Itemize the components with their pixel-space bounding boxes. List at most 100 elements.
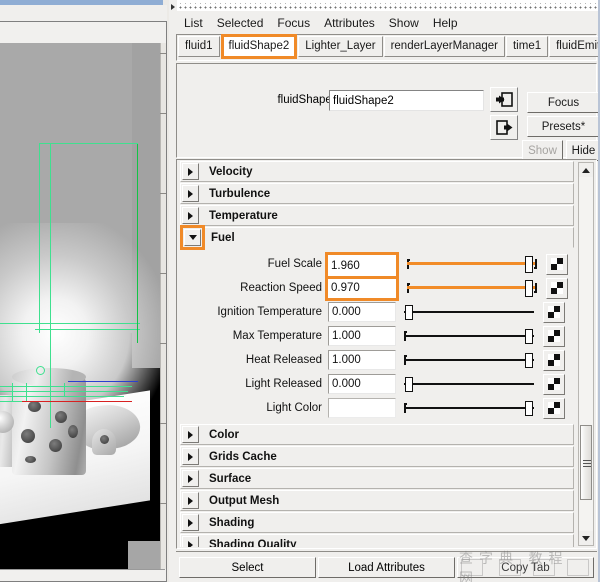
menu-focus[interactable]: Focus (270, 14, 317, 32)
section-header-color[interactable]: Color (180, 424, 574, 445)
section-header-output-mesh[interactable]: Output Mesh (180, 490, 574, 511)
section-title: Output Mesh (209, 494, 280, 507)
section-header-temperature[interactable]: Temperature (180, 205, 574, 226)
section-title: Turbulence (209, 187, 271, 200)
load-attributes-button[interactable]: Load Attributes (318, 557, 455, 578)
model-hole (28, 401, 41, 412)
tab-fluidemitter1[interactable]: fluidEmitter1 (549, 36, 600, 57)
chevron-right-icon[interactable] (182, 426, 199, 443)
slider-handle[interactable] (525, 329, 533, 344)
tab-fluidshape2[interactable]: fluidShape2 (220, 34, 298, 59)
fuel-scale-slider[interactable] (407, 254, 537, 274)
attr-label: Max Temperature (232, 330, 322, 342)
slider-handle[interactable] (525, 353, 533, 368)
slider-handle[interactable] (525, 256, 533, 273)
viewport-right-rail[interactable] (160, 43, 166, 569)
menu-show[interactable]: Show (382, 14, 426, 32)
slider-handle[interactable] (405, 305, 413, 320)
section-title: Shading Quality (209, 538, 297, 548)
section-title: Temperature (209, 209, 278, 222)
axis-handle-z[interactable] (68, 381, 138, 382)
chevron-right-icon[interactable] (182, 470, 199, 487)
chevron-right-icon[interactable] (182, 163, 199, 180)
chevron-right-icon[interactable] (182, 492, 199, 509)
section-header-velocity[interactable]: Velocity (180, 161, 574, 182)
scrollbar-thumb[interactable] (580, 425, 592, 500)
fluidshape-name-input[interactable] (329, 90, 484, 111)
chevron-right-icon[interactable] (182, 207, 199, 224)
light-color-slider[interactable] (404, 398, 534, 418)
attribute-editor-panel: List Selected Focus Attributes Show Help… (173, 11, 600, 582)
light-released-input[interactable] (328, 374, 396, 394)
presets-button[interactable]: Presets* (527, 116, 600, 137)
slider-handle[interactable] (525, 401, 533, 416)
section-header-fuel[interactable]: Fuel (180, 225, 574, 250)
checker-map-icon[interactable] (543, 325, 565, 347)
attr-row-heat-released: Heat Released (178, 348, 576, 372)
attr-row-light-released: Light Released (178, 372, 576, 396)
menu-list[interactable]: List (177, 14, 210, 32)
tab-renderlayermanager[interactable]: renderLayerManager (383, 36, 505, 57)
max-temperature-slider[interactable] (404, 326, 534, 346)
chevron-right-icon[interactable] (182, 514, 199, 531)
section-header-surface[interactable]: Surface (180, 468, 574, 489)
attribute-editor-menubar: List Selected Focus Attributes Show Help (177, 13, 465, 33)
section-header-turbulence[interactable]: Turbulence (180, 183, 574, 204)
slider-handle[interactable] (525, 280, 533, 297)
attr-row-reaction-speed: Reaction Speed (178, 275, 576, 301)
manipulator-pivot-icon[interactable] (36, 366, 45, 375)
ignition-temperature-slider[interactable] (404, 302, 534, 322)
attr-row-fuel-scale: Fuel Scale (178, 252, 576, 276)
chevron-right-icon[interactable] (182, 448, 199, 465)
tab-lighter-layer[interactable]: Lighter_Layer (298, 36, 383, 57)
light-released-slider[interactable] (404, 374, 534, 394)
triangle-down-icon[interactable] (579, 531, 593, 545)
checker-map-icon[interactable] (546, 277, 568, 299)
section-header-shading[interactable]: Shading (180, 512, 574, 533)
axis-handle-x[interactable] (22, 401, 132, 402)
section-header-grids-cache[interactable]: Grids Cache (180, 446, 574, 467)
splitter-dots-handle[interactable] (178, 3, 598, 11)
heat-released-slider[interactable] (404, 350, 534, 370)
checker-map-icon[interactable] (543, 349, 565, 371)
ignition-temperature-input[interactable] (328, 302, 396, 322)
slider-handle[interactable] (405, 377, 413, 392)
checker-map-icon[interactable] (543, 373, 565, 395)
copy-tab-button[interactable]: Copy Tab (457, 557, 594, 578)
node-header-area: fluidShape: Focus Presets* Show Hide (176, 63, 600, 161)
section-header-shading-quality[interactable]: Shading Quality (180, 534, 574, 547)
tab-fluid1[interactable]: fluid1 (178, 36, 220, 57)
attr-label: Heat Released (245, 354, 322, 366)
reaction-speed-input[interactable] (325, 275, 399, 301)
heat-released-input[interactable] (328, 350, 396, 370)
fuel-scale-input[interactable] (325, 252, 399, 276)
chevron-down-icon[interactable] (180, 225, 205, 250)
menu-help[interactable]: Help (426, 14, 465, 32)
tab-time1[interactable]: time1 (505, 36, 549, 57)
select-button[interactable]: Select (179, 557, 316, 578)
section-title: Grids Cache (209, 450, 277, 463)
fluid-container-wireframe (50, 143, 138, 144)
checker-map-icon[interactable] (543, 301, 565, 323)
chevron-right-icon[interactable] (182, 536, 199, 547)
arrow-out-of-box-icon[interactable] (490, 115, 518, 140)
focus-button[interactable]: Focus (527, 92, 600, 113)
3d-viewport-canvas[interactable] (0, 43, 165, 569)
triangle-up-icon[interactable] (579, 163, 593, 177)
menu-attributes[interactable]: Attributes (317, 14, 382, 32)
reaction-speed-slider[interactable] (407, 278, 537, 298)
show-button[interactable]: Show (522, 140, 563, 161)
fluidshape-label: fluidShape: (277, 94, 335, 106)
menu-selected[interactable]: Selected (210, 14, 271, 32)
chevron-right-icon[interactable] (182, 185, 199, 202)
checker-map-icon[interactable] (546, 253, 568, 275)
light-color-swatch[interactable] (328, 398, 396, 418)
checker-map-icon[interactable] (543, 397, 565, 419)
splitter-arrow-icon[interactable] (171, 4, 175, 10)
hide-button[interactable]: Hide (566, 140, 600, 161)
attribute-scrollbar[interactable] (578, 162, 594, 546)
arrow-into-box-icon[interactable] (490, 87, 518, 112)
section-title: Shading (209, 516, 255, 529)
viewport-top-strip (0, 22, 166, 43)
max-temperature-input[interactable] (328, 326, 396, 346)
